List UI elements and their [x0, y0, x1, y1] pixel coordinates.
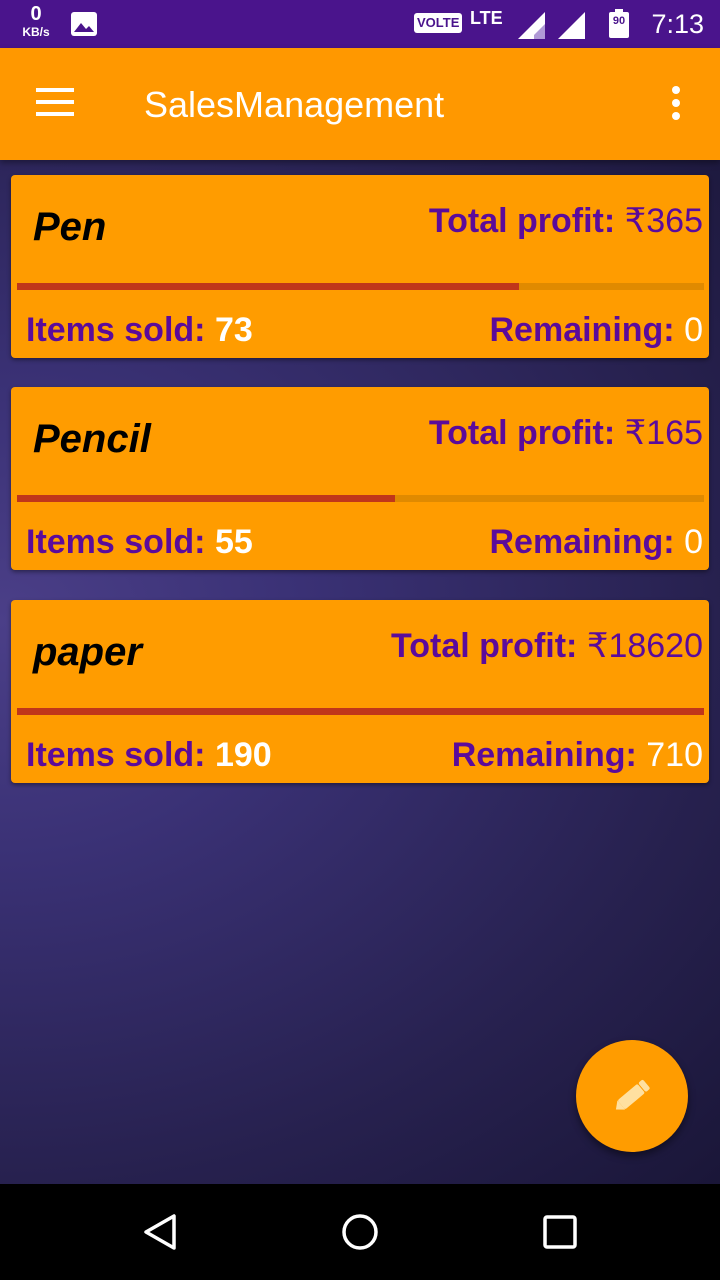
total-profit-label: Total profit: — [428, 202, 625, 240]
remaining: Remaining: 0 — [490, 311, 704, 350]
total-profit-label: Total profit: — [391, 627, 587, 665]
volte-badge: VOLTE — [414, 13, 463, 33]
items-sold: Items sold: 73 — [26, 311, 253, 350]
back-icon[interactable] — [140, 1212, 180, 1252]
sales-progress-bar — [17, 708, 704, 715]
net-speed-value: 0 — [30, 3, 42, 25]
gallery-icon — [71, 12, 97, 36]
app-title: SalesManagement — [144, 84, 445, 125]
product-card-pencil[interactable]: Pencil Total profit: ₹165 Items sold: 55… — [11, 387, 709, 570]
total-profit: Total profit: ₹18620 — [391, 626, 703, 666]
pencil-icon — [615, 1080, 650, 1110]
remaining: Remaining: 0 — [490, 523, 704, 562]
total-profit-value: ₹18620 — [586, 627, 703, 665]
signal-icon-sim2 — [558, 12, 585, 39]
total-profit: Total profit: ₹165 — [429, 413, 703, 453]
remaining-value: 0 — [684, 523, 703, 561]
product-card-paper[interactable]: paper Total profit: ₹18620 Items sold: 1… — [11, 600, 709, 783]
remaining-label: Remaining: — [489, 523, 685, 561]
remaining-value: 0 — [684, 311, 703, 349]
battery-level: 90 — [612, 15, 626, 27]
remaining-label: Remaining: — [451, 736, 647, 774]
recents-icon[interactable] — [540, 1212, 580, 1252]
product-name: paper — [33, 630, 142, 674]
net-speed-indicator: 0 KB/s — [18, 4, 54, 38]
items-sold-value: 73 — [214, 311, 253, 349]
sales-progress-bar — [17, 495, 704, 502]
remaining-label: Remaining: — [489, 311, 685, 349]
items-sold-value: 55 — [214, 523, 253, 561]
remaining: Remaining: 710 — [452, 736, 703, 775]
battery-icon: 90 — [608, 9, 630, 39]
items-sold-label: Items sold: — [26, 736, 215, 774]
items-sold-label: Items sold: — [26, 523, 215, 561]
total-profit-value: ₹165 — [624, 414, 703, 452]
home-icon[interactable] — [340, 1212, 380, 1252]
status-bar: 0 KB/s VOLTE LTE 90 7:13 — [0, 0, 720, 48]
total-profit: Total profit: ₹365 — [429, 201, 703, 241]
system-nav-bar — [0, 1184, 720, 1280]
product-name: Pen — [33, 205, 107, 249]
product-list: Pen Total profit: ₹365 Items sold: 73 Re… — [0, 160, 720, 1184]
sales-progress-fill — [17, 495, 395, 502]
product-card-pen[interactable]: Pen Total profit: ₹365 Items sold: 73 Re… — [11, 175, 709, 358]
items-sold: Items sold: 55 — [26, 523, 253, 562]
items-sold-label: Items sold: — [26, 311, 215, 349]
more-vert-icon[interactable] — [668, 86, 684, 126]
menu-icon[interactable] — [36, 88, 76, 120]
total-profit-value: ₹365 — [624, 202, 703, 240]
remaining-value: 710 — [646, 736, 703, 774]
items-sold-value: 190 — [214, 736, 272, 774]
product-name: Pencil — [33, 417, 151, 461]
app-bar: SalesManagement — [0, 48, 720, 160]
sales-progress-fill — [17, 708, 704, 715]
sales-progress-bar — [17, 283, 704, 290]
items-sold: Items sold: 190 — [26, 736, 272, 775]
total-profit-label: Total profit: — [428, 414, 625, 452]
edit-fab-button[interactable] — [576, 1040, 688, 1152]
network-type: LTE — [470, 8, 503, 28]
signal-icon — [518, 12, 545, 39]
clock: 7:13 — [651, 9, 704, 39]
net-speed-unit: KB/s — [22, 25, 50, 39]
sales-progress-fill — [17, 283, 519, 290]
